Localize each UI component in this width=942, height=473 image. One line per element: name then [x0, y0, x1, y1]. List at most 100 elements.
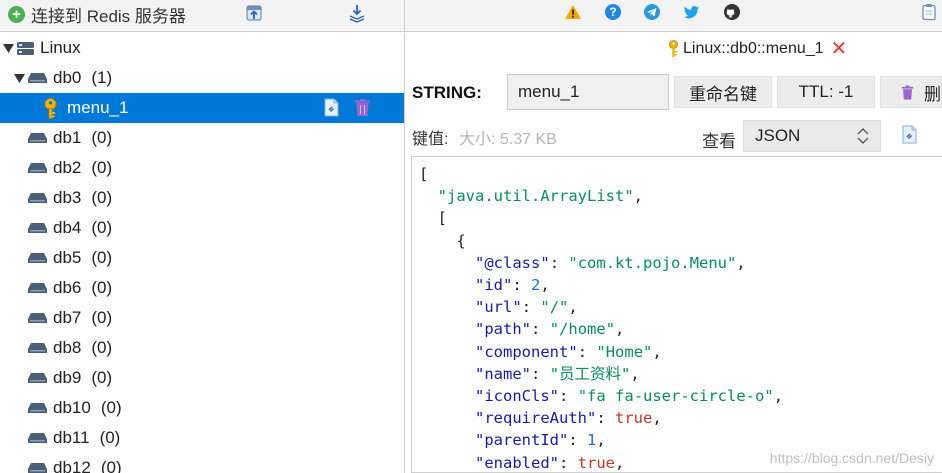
tree-db-db0[interactable]: db0 (1)	[0, 63, 404, 93]
json-key: path	[484, 320, 522, 339]
value-editor[interactable]: [ "java.util.ArrayList", [ { "@class": "…	[411, 156, 942, 473]
close-tab-icon[interactable]: ✕	[831, 39, 848, 59]
json-value: fa fa-user-circle-o	[587, 387, 765, 406]
json-value: true	[615, 409, 653, 428]
tree-db-db9[interactable]: db9 (0)	[0, 363, 404, 393]
json-value: 员工资料	[559, 364, 622, 383]
key-icon	[44, 97, 57, 119]
tree-db-db4[interactable]: db4 (0)	[0, 213, 404, 243]
db-key-count: (0)	[100, 458, 122, 473]
db-name: db12	[53, 458, 91, 473]
json-line: [	[419, 163, 942, 185]
json-code: [ "java.util.ArrayList", [ { "@class": "…	[412, 157, 942, 472]
json-line: "requireAuth": true,	[475, 409, 662, 428]
github-icon[interactable]	[723, 3, 741, 21]
trash-icon	[901, 85, 914, 99]
json-line: "@class": "com.kt.pojo.Menu",	[475, 253, 746, 272]
db-key-count: (0)	[91, 308, 113, 327]
key-name-input[interactable]	[507, 74, 669, 110]
db-name: db8	[53, 338, 82, 357]
export-icon[interactable]	[347, 3, 367, 23]
tree-db-db6[interactable]: db6 (0)	[0, 273, 404, 303]
json-key: id	[484, 276, 504, 295]
database-icon	[28, 432, 47, 443]
connect-redis-button[interactable]: + 连接到 Redis 服务器	[8, 2, 186, 26]
db-name: db1	[53, 128, 82, 147]
json-line: "name": "员工资料",	[475, 364, 640, 383]
json-key: name	[484, 364, 522, 383]
json-line: "parentId": 1,	[475, 431, 606, 450]
value-label: 键值:	[412, 131, 449, 148]
view-label: 查看	[702, 132, 736, 151]
database-icon	[28, 132, 47, 143]
json-value: /	[549, 298, 560, 317]
key-name: menu_1	[67, 98, 129, 117]
json-line: "iconCls": "fa fa-user-circle-o",	[475, 387, 784, 406]
tab-title: Linux::db0::menu_1	[683, 40, 824, 57]
tree-db-db2[interactable]: db2 (0)	[0, 153, 404, 183]
json-key: enabled	[484, 453, 550, 472]
copy-key-icon[interactable]	[322, 98, 341, 117]
json-key: parentId	[484, 431, 559, 450]
twitter-icon[interactable]	[683, 3, 701, 21]
rename-key-button[interactable]: 重命名键	[674, 76, 772, 108]
json-value: 1	[587, 431, 597, 450]
tree-db-db3[interactable]: db3 (0)	[0, 183, 404, 213]
tree-db-db11[interactable]: db11 (0)	[0, 423, 404, 453]
database-icon	[28, 282, 47, 293]
db-key-count: (0)	[91, 278, 113, 297]
tree-db-db5[interactable]: db5 (0)	[0, 243, 404, 273]
import-icon[interactable]	[244, 3, 264, 23]
telegram-icon[interactable]	[643, 3, 661, 21]
database-icon	[28, 192, 47, 203]
format-value-icon[interactable]	[901, 125, 919, 144]
database-icon	[28, 342, 47, 353]
delete-label: 删	[924, 84, 941, 104]
json-value: 2	[531, 276, 541, 295]
updown-chevron-icon	[857, 128, 869, 144]
help-icon[interactable]: ?	[604, 3, 622, 21]
database-icon	[28, 312, 47, 323]
add-circle-icon: +	[8, 5, 25, 23]
database-icon	[28, 462, 47, 473]
db-name: db2	[53, 158, 82, 177]
delete-key-icon[interactable]	[353, 98, 372, 117]
expand-arrow-icon[interactable]	[2, 42, 14, 54]
tree-key-menu_1[interactable]: menu_1	[0, 93, 404, 123]
json-value: Home	[605, 342, 644, 361]
json-key: iconCls	[484, 387, 550, 406]
delete-button[interactable]: 删	[880, 76, 942, 108]
db-key-count: (1)	[91, 68, 113, 87]
db-key-count: (0)	[91, 218, 113, 237]
database-icon	[28, 372, 47, 383]
json-line: "path": "/home",	[475, 320, 625, 339]
database-icon	[28, 162, 47, 173]
db-key-count: (0)	[91, 188, 113, 207]
expand-arrow-icon[interactable]	[13, 72, 25, 84]
tree-db-db7[interactable]: db7 (0)	[0, 303, 404, 333]
view-format-select[interactable]: JSON	[743, 120, 881, 152]
tab-key-detail[interactable]: Linux::db0::menu_1 ✕	[668, 38, 847, 60]
tree-server-linux[interactable]: Linux	[0, 33, 404, 63]
clipboard-icon[interactable]	[920, 3, 938, 21]
json-bracket: [	[437, 209, 448, 228]
server-icon	[17, 41, 34, 55]
tree-db-db1[interactable]: db1 (0)	[0, 123, 404, 153]
json-string: java.util.ArrayList	[447, 187, 625, 206]
tree-db-db12[interactable]: db12 (0)	[0, 453, 404, 473]
json-key: url	[484, 298, 513, 317]
key-actions	[322, 98, 372, 117]
json-key: @class	[484, 253, 541, 272]
tree-db-db8[interactable]: db8 (0)	[0, 333, 404, 363]
database-icon	[28, 222, 47, 233]
db-name: db6	[53, 278, 82, 297]
connect-redis-label: 连接到 Redis 服务器	[31, 6, 186, 26]
db-key-count: (0)	[91, 338, 113, 357]
ttl-button[interactable]: TTL: -1	[777, 76, 875, 108]
json-line: "id": 2,	[475, 276, 550, 295]
warning-icon[interactable]	[564, 3, 582, 21]
db-key-count: (0)	[91, 128, 113, 147]
database-icon	[28, 252, 47, 263]
json-value: true	[577, 453, 616, 472]
tree-db-db10[interactable]: db10 (0)	[0, 393, 404, 423]
